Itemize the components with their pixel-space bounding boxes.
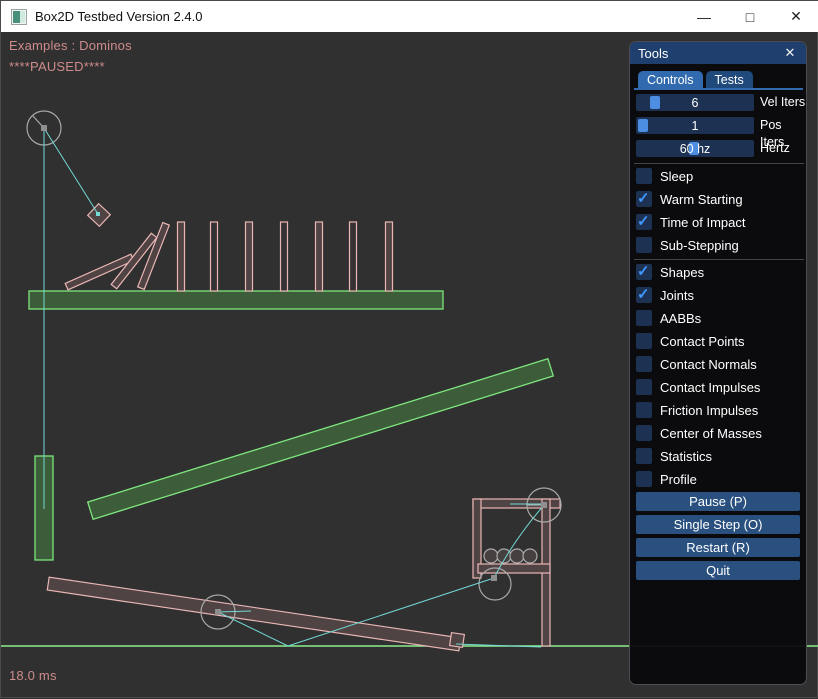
single-step-button[interactable]: Single Step (O) <box>636 515 800 534</box>
hertz-label: Hertz <box>760 140 790 157</box>
checkbox[interactable] <box>636 333 652 349</box>
checkbox-row-statistics[interactable]: Statistics <box>636 448 712 464</box>
checkbox-label: Joints <box>660 288 694 303</box>
checkbox[interactable] <box>636 448 652 464</box>
checkbox-label: Friction Impulses <box>660 403 758 418</box>
tools-panel: Tools ✕ Controls Tests 6 Vel Iters 1 Pos… <box>629 41 807 685</box>
seesaw-plank <box>47 577 460 651</box>
close-button[interactable]: ✕ <box>773 1 818 32</box>
maximize-button[interactable]: □ <box>727 1 773 32</box>
minimize-button[interactable]: — <box>681 1 727 32</box>
plank-end-block <box>450 633 465 648</box>
restart-button[interactable]: Restart (R) <box>636 538 800 557</box>
dynamic-bodies <box>47 204 560 651</box>
separator <box>634 163 804 164</box>
tools-panel-titlebar[interactable]: Tools ✕ <box>630 42 806 64</box>
checkbox-label: Contact Impulses <box>660 380 760 395</box>
pause-button[interactable]: Pause (P) <box>636 492 800 511</box>
checkbox-label: AABBs <box>660 311 701 326</box>
pos-iters-value: 1 <box>636 117 754 134</box>
checkbox-row-warm-starting[interactable]: Warm Starting <box>636 191 743 207</box>
checkbox-label: Warm Starting <box>660 192 743 207</box>
checkbox-row-time-of-impact[interactable]: Time of Impact <box>636 214 745 230</box>
window-title: Box2D Testbed Version 2.4.0 <box>35 9 202 24</box>
checkbox-row-center-of-masses[interactable]: Center of Masses <box>636 425 762 441</box>
checkbox-label: Profile <box>660 472 697 487</box>
checkbox-row-contact-impulses[interactable]: Contact Impulses <box>636 379 760 395</box>
domino <box>316 222 323 291</box>
checkbox-label: Sleep <box>660 169 693 184</box>
checkbox-row-aabbs[interactable]: AABBs <box>636 310 701 326</box>
tab-underline <box>634 88 803 90</box>
separator <box>634 259 804 260</box>
checkbox-label: Center of Masses <box>660 426 762 441</box>
domino <box>386 222 393 291</box>
vel-iters-value: 6 <box>636 94 754 111</box>
checkbox-label: Statistics <box>660 449 712 464</box>
hertz-value: 60 hz <box>636 140 754 157</box>
frame-shelf-bar <box>478 564 550 573</box>
checkbox-label: Contact Points <box>660 334 745 349</box>
pos-iters-slider[interactable]: 1 <box>636 117 754 134</box>
checkbox-row-shapes[interactable]: Shapes <box>636 264 704 280</box>
app-window: Examples : Dominos ****PAUSED**** 18.0 m… <box>0 0 818 698</box>
joint-anchors <box>41 125 547 615</box>
checkbox-label: Contact Normals <box>660 357 757 372</box>
quit-button[interactable]: Quit <box>636 561 800 580</box>
domino <box>246 222 253 291</box>
checkbox-row-sub-stepping[interactable]: Sub-Stepping <box>636 237 739 253</box>
domino-platform <box>29 291 443 309</box>
vel-iters-label: Vel Iters <box>760 94 805 111</box>
checkbox[interactable] <box>636 356 652 372</box>
checkbox[interactable] <box>636 237 652 253</box>
domino <box>211 222 218 291</box>
checkbox-label: Shapes <box>660 265 704 280</box>
checkbox-row-friction-impulses[interactable]: Friction Impulses <box>636 402 758 418</box>
example-label: Examples : Dominos <box>9 38 132 53</box>
checkbox-row-contact-points[interactable]: Contact Points <box>636 333 745 349</box>
checkbox-row-profile[interactable]: Profile <box>636 471 697 487</box>
ball <box>523 549 537 563</box>
window-titlebar: Box2D Testbed Version 2.4.0 — □ ✕ <box>1 1 818 32</box>
checkbox[interactable] <box>636 379 652 395</box>
checkbox-row-sleep[interactable]: Sleep <box>636 168 693 184</box>
domino <box>281 222 288 291</box>
checkbox[interactable] <box>636 264 652 280</box>
checkbox[interactable] <box>636 310 652 326</box>
checkbox-label: Sub-Stepping <box>660 238 739 253</box>
long-ramp <box>88 359 554 520</box>
checkbox[interactable] <box>636 402 652 418</box>
checkbox-row-joints[interactable]: Joints <box>636 287 694 303</box>
domino <box>178 222 185 291</box>
checkbox[interactable] <box>636 471 652 487</box>
checkbox-label: Time of Impact <box>660 215 745 230</box>
vel-iters-slider[interactable]: 6 <box>636 94 754 111</box>
panel-close-icon[interactable]: ✕ <box>782 45 798 61</box>
app-icon <box>11 9 27 25</box>
checkbox[interactable] <box>636 191 652 207</box>
checkbox[interactable] <box>636 168 652 184</box>
tools-panel-title: Tools <box>638 46 668 61</box>
ball <box>510 549 524 563</box>
paused-label: ****PAUSED**** <box>9 59 105 74</box>
checkbox-row-contact-normals[interactable]: Contact Normals <box>636 356 757 372</box>
checkbox[interactable] <box>636 214 652 230</box>
hertz-slider[interactable]: 60 hz <box>636 140 754 157</box>
domino <box>350 222 357 291</box>
ball <box>484 549 498 563</box>
frame-time-label: 18.0 ms <box>9 668 57 683</box>
checkbox[interactable] <box>636 425 652 441</box>
checkbox[interactable] <box>636 287 652 303</box>
